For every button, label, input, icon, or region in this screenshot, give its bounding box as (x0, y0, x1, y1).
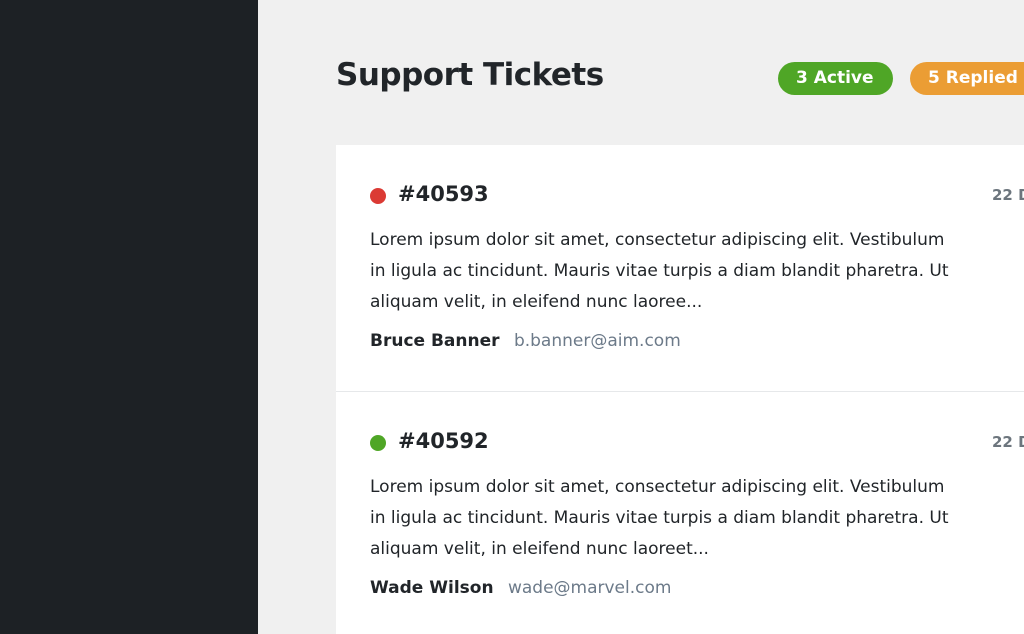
ticket-item[interactable]: #40593 22 D Lorem ipsum dolor sit amet, … (336, 145, 1024, 392)
author-email[interactable]: b.banner@aim.com (514, 331, 681, 351)
status-dot-icon (370, 188, 386, 204)
author-name: Bruce Banner (370, 331, 500, 351)
ticket-date: 22 D (992, 433, 1024, 451)
author-name: Wade Wilson (370, 578, 494, 598)
ticket-excerpt-line: Lorem ipsum dolor sit amet, consectetur … (370, 230, 945, 250)
replied-count-badge[interactable]: 5 Replied (910, 62, 1024, 95)
main-content: Support Tickets 3 Active 5 Replied #4059… (258, 0, 1024, 634)
ticket-excerpt-line: in ligula ac tincidunt. Mauris vitae tur… (370, 508, 949, 528)
ticket-excerpt-line: aliquam velit, in eleifend nunc laoree..… (370, 292, 703, 312)
ticket-excerpt: Lorem ipsum dolor sit amet, consectetur … (370, 472, 1024, 565)
author-email[interactable]: wade@marvel.com (508, 578, 672, 598)
ticket-id[interactable]: #40592 (398, 429, 489, 453)
ticket-date: 22 D (992, 186, 1024, 204)
ticket-author: Wade Wilson wade@marvel.com (370, 578, 671, 598)
ticket-list: #40593 22 D Lorem ipsum dolor sit amet, … (336, 145, 1024, 634)
ticket-excerpt: Lorem ipsum dolor sit amet, consectetur … (370, 225, 1024, 318)
ticket-excerpt-line: aliquam velit, in eleifend nunc laoreet.… (370, 539, 709, 559)
ticket-excerpt-line: in ligula ac tincidunt. Mauris vitae tur… (370, 261, 949, 281)
status-dot-icon (370, 435, 386, 451)
active-count-badge[interactable]: 3 Active (778, 62, 893, 95)
ticket-item[interactable]: #40592 22 D Lorem ipsum dolor sit amet, … (336, 392, 1024, 634)
sidebar (0, 0, 258, 634)
ticket-excerpt-line: Lorem ipsum dolor sit amet, consectetur … (370, 477, 945, 497)
ticket-author: Bruce Banner b.banner@aim.com (370, 331, 681, 351)
ticket-id[interactable]: #40593 (398, 182, 489, 206)
page-title: Support Tickets (336, 57, 604, 93)
